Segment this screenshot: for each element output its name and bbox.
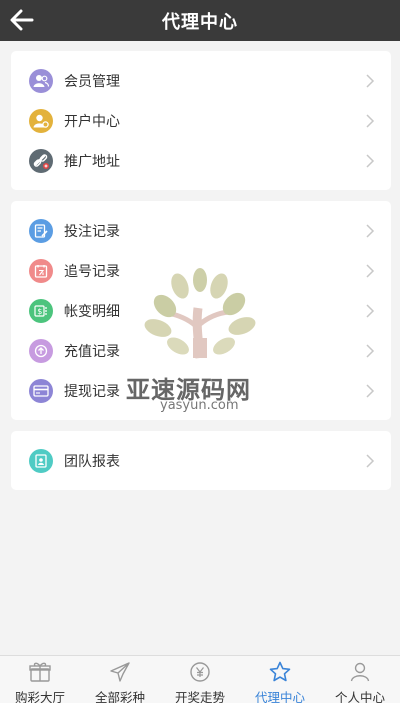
link-icon [29, 149, 53, 173]
menu-item-label: 追号记录 [64, 264, 120, 280]
chevron-right-icon [366, 224, 375, 238]
members-icon [29, 69, 53, 93]
menu-item-label: 开户中心 [64, 114, 120, 130]
tab-label: 个人中心 [334, 690, 385, 703]
coin-icon [190, 662, 210, 682]
menu-item-label: 投注记录 [64, 224, 120, 240]
menu-item-account-center[interactable]: 开户中心 [11, 101, 391, 141]
card-icon [29, 379, 53, 403]
chevron-right-icon [366, 304, 375, 318]
svg-text:$: $ [37, 307, 42, 316]
tab-label: 开奖走势 [174, 690, 225, 703]
menu-group-reports: 团队报表 [11, 431, 391, 490]
chevron-right-icon [366, 74, 375, 88]
tab-label: 购彩大厅 [14, 690, 65, 703]
bet-record-icon [29, 219, 53, 243]
menu-item-label: 推广地址 [64, 154, 120, 170]
user-icon [350, 662, 370, 682]
page-title: 代理中心 [162, 11, 238, 33]
tab-personal-center[interactable]: 个人中心 [320, 656, 400, 703]
user-settings-icon [29, 109, 53, 133]
chevron-right-icon [366, 154, 375, 168]
gift-icon [29, 662, 51, 682]
menu-item-label: 充值记录 [64, 344, 120, 360]
menu-item-label: 提现记录 [64, 384, 120, 400]
money-icon: $ [29, 299, 53, 323]
tab-draw-trends[interactable]: 开奖走势 [160, 656, 240, 703]
back-button[interactable] [8, 6, 36, 34]
menu-item-label: 帐变明细 [64, 304, 120, 320]
chevron-right-icon [366, 384, 375, 398]
menu-item-label: 团队报表 [64, 454, 120, 470]
tab-all-lotteries[interactable]: 全部彩种 [80, 656, 160, 703]
menu-group-agent: 会员管理 开户中心 推广地址 [11, 51, 391, 190]
menu-item-promo-link[interactable]: 推广地址 [11, 141, 391, 181]
menu-item-member-management[interactable]: 会员管理 [11, 61, 391, 101]
deposit-icon [29, 339, 53, 363]
chevron-right-icon [366, 344, 375, 358]
chase-number-icon [29, 259, 53, 283]
arrow-left-icon [10, 9, 34, 31]
report-icon [29, 449, 53, 473]
plane-icon [110, 662, 130, 682]
chevron-right-icon [366, 264, 375, 278]
bottom-tab-bar: 购彩大厅 全部彩种 开奖走势 代理中心 个人中心 [0, 655, 400, 703]
tab-label: 全部彩种 [94, 690, 145, 703]
tab-label: 代理中心 [254, 690, 305, 703]
menu-item-bet-records[interactable]: 投注记录 [11, 211, 391, 251]
star-icon [269, 661, 291, 682]
chevron-right-icon [366, 454, 375, 468]
watermark-url: yasyun.com [160, 398, 239, 413]
menu-item-team-report[interactable]: 团队报表 [11, 441, 391, 481]
chevron-right-icon [366, 114, 375, 128]
menu-item-label: 会员管理 [64, 74, 120, 90]
header-bar: 代理中心 [0, 0, 400, 41]
tab-lottery-hall[interactable]: 购彩大厅 [0, 656, 80, 703]
tab-agent-center[interactable]: 代理中心 [240, 656, 320, 703]
